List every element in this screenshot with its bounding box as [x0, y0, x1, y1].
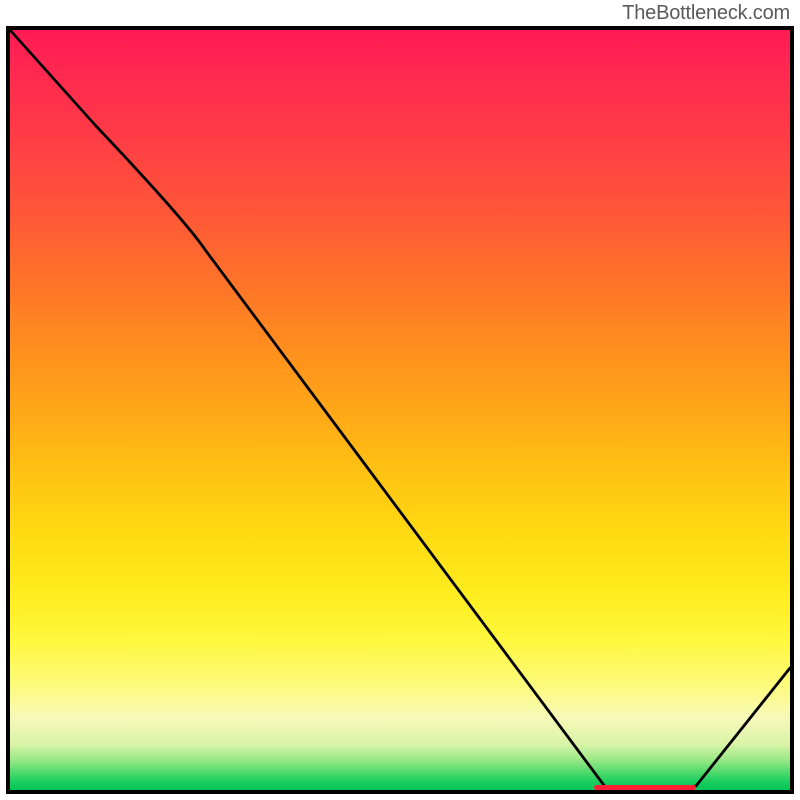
attribution-label: TheBottleneck.com [622, 2, 790, 25]
curve-path [10, 30, 790, 790]
plot-frame [6, 26, 794, 794]
bottleneck-curve [6, 26, 794, 794]
optimum-marker [594, 785, 696, 790]
chart-container: TheBottleneck.com [0, 0, 800, 800]
